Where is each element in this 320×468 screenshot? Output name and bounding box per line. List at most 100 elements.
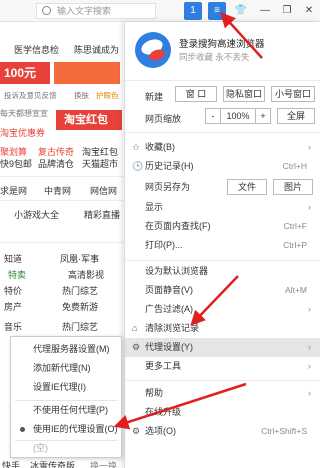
menu-item-mute[interactable]: 页面静音(V) Alt+M [125, 281, 320, 300]
shortcut-label: Ctrl+P [283, 240, 307, 250]
menu-item-display[interactable]: 显示 › [125, 198, 320, 217]
close-icon[interactable]: ✕ [300, 2, 318, 20]
menu-item-set-default[interactable]: 设为默认浏览器 [125, 262, 320, 281]
broom-icon: ⌂ [132, 323, 138, 333]
menu-divider [125, 260, 320, 261]
bg-link[interactable]: 换肤 [74, 90, 89, 101]
bg-link[interactable]: 护眼色 [96, 90, 119, 101]
submenu-item-label: (空) [33, 443, 48, 453]
bg-link[interactable]: 天猫超市 [82, 157, 118, 170]
bg-link[interactable]: 网信网 [90, 184, 117, 197]
proxy-submenu: 代理服务器设置(M) 添加新代理(N) 设置IE代理(I) 不使用任何代理(P)… [10, 336, 122, 458]
bg-link[interactable]: 医学信息检 [14, 43, 59, 56]
bg-link[interactable]: 凤凰·军事 [60, 252, 99, 265]
new-label: 新建 [145, 92, 164, 102]
shortcut-label: Alt+M [285, 285, 307, 295]
menu-item-label: 在线升级 [145, 407, 182, 417]
zoom-out-button[interactable]: - [205, 108, 221, 124]
menu-item-clear-history[interactable]: ⌂ 清除浏览记录 [125, 319, 320, 338]
bg-link[interactable]: 换一换 [90, 459, 117, 468]
submenu-item-label: 代理服务器设置(M) [33, 344, 110, 354]
chevron-right-icon: › [308, 342, 311, 352]
bg-link[interactable]: 特价 [4, 284, 22, 297]
menu-item-label: 广告过滤(A) [145, 304, 193, 314]
bg-link[interactable]: 高清影视 [68, 268, 104, 281]
bg-link[interactable]: 投诉及意见反馈 [4, 90, 57, 101]
login-title[interactable]: 登录搜狗高速浏览器 [179, 36, 265, 50]
radio-selected-icon [20, 427, 25, 432]
zoom-label: 网页缩放 [145, 114, 182, 124]
minimize-icon[interactable]: — [256, 2, 274, 20]
save-as-file-button[interactable]: 文件 [227, 179, 267, 195]
login-section[interactable]: 登录搜狗高速浏览器 同步收藏 永不丢失 [125, 22, 320, 80]
bg-link[interactable]: 中青网 [44, 184, 71, 197]
bg-link[interactable]: 快手 [2, 459, 20, 468]
submenu-item-label: 使用IE的代理设置(O) [33, 424, 118, 434]
bg-banner[interactable]: 100元 [0, 62, 50, 84]
address-search-box[interactable]: 输入文字搜索 [36, 3, 156, 19]
menu-item-options[interactable]: ⚙ 选项(O) Ctrl+Shift+S [125, 422, 320, 441]
bg-divider [0, 242, 124, 243]
menu-item-bookmarks[interactable]: ☆ 收藏(B) › [125, 138, 320, 157]
search-placeholder: 输入文字搜索 [57, 6, 112, 16]
zoom-value: 100% [221, 108, 255, 124]
menu-item-proxy[interactable]: ⚙ 代理设置(Y) › [125, 338, 320, 357]
menu-item-adblock[interactable]: 广告过滤(A) › [125, 300, 320, 319]
browser-main-menu: 登录搜狗高速浏览器 同步收藏 永不丢失 新建 窗 口 隐私窗口 小号窗口 网页缩… [124, 22, 320, 468]
restore-icon[interactable]: ❐ [278, 2, 296, 20]
menu-item-label: 网页另存为 [145, 182, 191, 192]
bg-link[interactable]: 精彩直播 [84, 208, 120, 221]
menu-item-label: 代理设置(Y) [145, 342, 193, 352]
menu-item-label: 清除浏览记录 [145, 323, 200, 333]
menu-item-label: 选项(O) [145, 426, 176, 436]
save-as-image-button[interactable]: 图片 [273, 179, 313, 195]
bg-link[interactable]: 音乐 [4, 320, 22, 333]
menu-item-label: 帮助 [145, 388, 164, 398]
bg-link[interactable]: 陈思诚成为 [74, 43, 119, 56]
proxy-icon: ⚙ [132, 342, 141, 352]
menu-item-update[interactable]: 在线升级 [125, 403, 320, 422]
menu-item-print[interactable]: 打印(P)... Ctrl+P [125, 236, 320, 255]
shortcut-label: Ctrl+F [283, 221, 307, 231]
chevron-right-icon: › [308, 361, 311, 371]
sogou-logo-icon [135, 32, 171, 68]
skin-icon[interactable]: 👕 [232, 2, 250, 20]
bg-link[interactable]: 冰雪传奇版 [30, 459, 75, 468]
bg-link[interactable]: 求是网 [0, 184, 27, 197]
bg-link[interactable]: 热门综艺 [62, 284, 98, 297]
bg-link[interactable]: 免费新游 [62, 300, 98, 313]
menu-item-help[interactable]: 帮助 › [125, 384, 320, 403]
new-alt-window-button[interactable]: 小号窗口 [271, 86, 315, 102]
bg-link[interactable]: 小游戏大全 [14, 208, 59, 221]
new-window-button[interactable]: 窗 口 [175, 86, 217, 102]
fullscreen-button[interactable]: 全屏 [277, 108, 315, 124]
menu-item-label: 更多工具 [145, 361, 182, 371]
menu-icon[interactable]: ≡ [208, 2, 226, 20]
bg-banner[interactable]: 淘宝红包 [56, 110, 122, 130]
bg-link[interactable]: 热门综艺 [62, 320, 98, 333]
menu-item-more-tools[interactable]: 更多工具 › [125, 357, 320, 376]
submenu-item-set-ie-proxy[interactable]: 设置IE代理(I) [11, 378, 121, 397]
bg-link[interactable]: 房产 [4, 300, 22, 313]
zoom-in-button[interactable]: + [255, 108, 271, 124]
bg-link[interactable]: 快9包邮 [0, 157, 32, 170]
menu-item-label: 历史记录(H) [145, 161, 194, 171]
new-private-window-button[interactable]: 隐私窗口 [223, 86, 265, 102]
menu-divider [125, 380, 320, 381]
bg-divider [0, 200, 124, 201]
bg-link[interactable]: 品牌清仓 [38, 157, 74, 170]
bg-link[interactable]: 淘宝优惠券 [0, 126, 45, 139]
menu-item-history[interactable]: 🕒 历史记录(H) Ctrl+H [125, 157, 320, 176]
menu-divider [125, 132, 320, 133]
menu-item-find[interactable]: 在页面内查找(F) Ctrl+F [125, 217, 320, 236]
submenu-item-use-ie-proxy[interactable]: 使用IE的代理设置(O) [11, 420, 121, 439]
tab-count-button[interactable]: 1 [184, 2, 202, 20]
bg-link[interactable]: 每天都想宣宣 [0, 108, 48, 119]
submenu-item-label: 不使用任何代理(P) [33, 405, 108, 415]
submenu-item-no-proxy[interactable]: 不使用任何代理(P) [11, 401, 121, 420]
bg-link[interactable]: 知道 [4, 252, 22, 265]
submenu-item-proxy-server-settings[interactable]: 代理服务器设置(M) [11, 340, 121, 359]
submenu-item-add-proxy[interactable]: 添加新代理(N) [11, 359, 121, 378]
chevron-right-icon: › [308, 202, 311, 212]
bg-link[interactable]: 特卖 [8, 268, 26, 281]
